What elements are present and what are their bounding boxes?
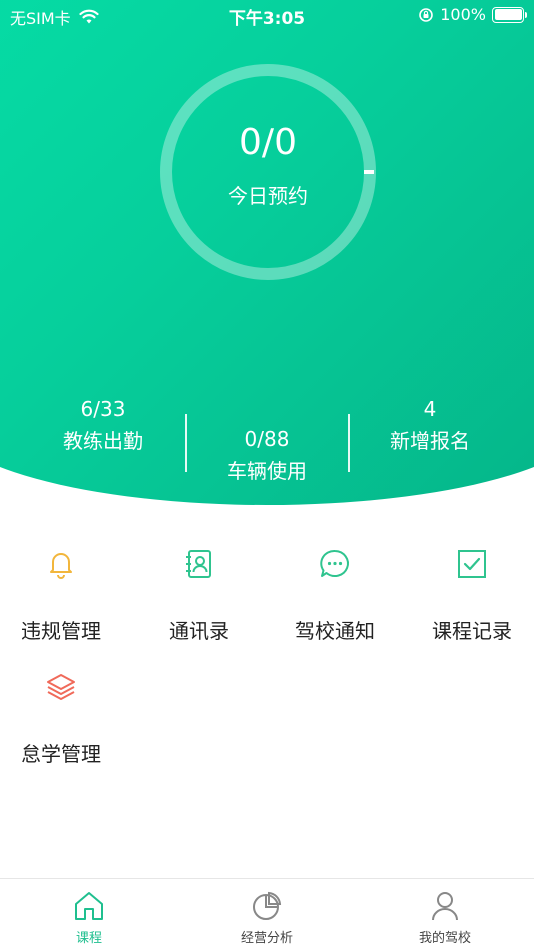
- menu-item-course-record[interactable]: 课程记录: [405, 547, 534, 644]
- user-icon: [432, 892, 458, 921]
- menu-label: 违规管理: [21, 619, 101, 643]
- stat-value: 6/33: [80, 397, 126, 421]
- tab-course[interactable]: 课程: [0, 889, 178, 946]
- stat-new-enrollment[interactable]: 4 新增报名: [345, 396, 515, 456]
- stat-coach-attendance[interactable]: 6/33 教练出勤: [18, 396, 188, 456]
- stat-vehicle-usage[interactable]: 0/88 车辆使用: [182, 426, 352, 486]
- tab-business-analysis[interactable]: 经营分析: [178, 889, 356, 946]
- stat-label: 车辆使用: [227, 459, 307, 483]
- tab-label: 我的驾校: [418, 931, 471, 946]
- bottom-tab-bar: 课程 经营分析 我的驾校: [0, 878, 534, 950]
- checkbox-icon: [458, 550, 486, 578]
- battery-icon: [492, 6, 527, 23]
- menu-item-violation-management[interactable]: 违规管理: [0, 547, 128, 644]
- bell-icon: [50, 553, 72, 579]
- menu-item-contacts[interactable]: 通讯录: [132, 547, 266, 644]
- menu-label: 驾校通知: [295, 619, 375, 643]
- tab-label: 经营分析: [240, 931, 293, 946]
- stat-value: 4: [423, 397, 437, 421]
- layers-icon: [47, 674, 75, 700]
- status-bar: 无SIM卡 下午3:05 100%: [0, 0, 534, 30]
- battery-percent: 100%: [440, 5, 486, 24]
- progress-ring: [160, 64, 376, 280]
- today-appointments-ring[interactable]: 0/0 今日预约: [158, 62, 378, 282]
- menu-item-truancy-management[interactable]: 怠学管理: [0, 670, 128, 767]
- stat-label: 教练出勤: [63, 429, 143, 453]
- home-icon: [75, 892, 103, 920]
- tab-my-school[interactable]: 我的驾校: [356, 889, 534, 946]
- menu-label: 通讯录: [169, 619, 229, 643]
- orientation-lock-icon: [419, 7, 434, 22]
- today-appointments-label: 今日预约: [228, 184, 308, 208]
- app-screen: 无SIM卡 下午3:05 100% 0/0 今日预约 6/33 教练出勤 0/8…: [0, 0, 534, 950]
- status-right: 100%: [418, 5, 527, 24]
- chat-icon: [320, 549, 349, 577]
- pie-chart-icon: [253, 891, 282, 920]
- contacts-icon: [186, 550, 211, 578]
- menu-label: 课程记录: [432, 619, 512, 643]
- menu-label: 怠学管理: [21, 742, 101, 766]
- tab-label: 课程: [75, 931, 102, 946]
- today-appointments-value: 0/0: [239, 122, 297, 163]
- menu-item-school-notice[interactable]: 驾校通知: [268, 547, 402, 644]
- stat-label: 新增报名: [390, 429, 470, 453]
- stat-value: 0/88: [244, 427, 290, 451]
